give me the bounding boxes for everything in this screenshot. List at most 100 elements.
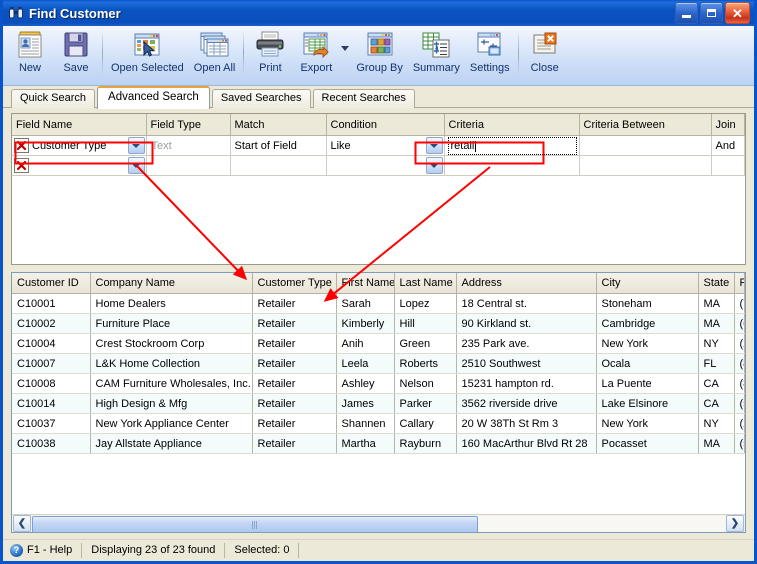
cell-address: 20 W 38Th St Rm 3 bbox=[456, 413, 597, 434]
table-row[interactable]: C10007 L&K Home Collection Retailer Leel… bbox=[12, 353, 745, 374]
status-bar: ? F1 - Help Displaying 23 of 23 found Se… bbox=[3, 539, 754, 561]
qcol-field-type[interactable]: Field Type bbox=[146, 114, 231, 136]
match-value: Start of Field bbox=[234, 139, 297, 152]
toolbar-button-settings[interactable]: Settings bbox=[465, 29, 515, 80]
red-x-icon[interactable] bbox=[14, 158, 29, 173]
criteria-input[interactable]: retail bbox=[447, 137, 577, 155]
summary-icon bbox=[420, 30, 452, 60]
toolbar-button-summary[interactable]: Summary bbox=[408, 29, 465, 80]
table-row[interactable]: C10004 Crest Stockroom Corp Retailer Ani… bbox=[12, 333, 745, 354]
cell-address: 235 Park ave. bbox=[456, 333, 597, 354]
cell-last-name: Parker bbox=[394, 393, 457, 414]
tab-recent-searches[interactable]: Recent Searches bbox=[312, 89, 415, 108]
floppy-disk-icon bbox=[60, 30, 92, 60]
toolbar-button-open-selected[interactable]: Open Selected bbox=[106, 29, 189, 80]
col-state[interactable]: State bbox=[698, 273, 735, 294]
query-criteria-between-cell[interactable] bbox=[579, 135, 712, 156]
query-condition-cell[interactable] bbox=[326, 155, 445, 176]
cell-phone: (548) bbox=[734, 393, 745, 414]
cell-state: MA bbox=[698, 293, 735, 314]
chevron-down-icon[interactable] bbox=[425, 137, 443, 154]
toolbar-button-save[interactable]: Save bbox=[53, 29, 99, 80]
col-company-name[interactable]: Company Name bbox=[90, 273, 253, 294]
field-name-value: Customer Type bbox=[32, 139, 107, 152]
toolbar-label: Save bbox=[63, 62, 89, 74]
chevron-down-icon[interactable] bbox=[127, 157, 145, 174]
toolbar-button-close[interactable]: Close bbox=[522, 29, 568, 80]
table-row[interactable]: C10014 High Design & Mfg Retailer James … bbox=[12, 393, 745, 414]
cell-company-name: L&K Home Collection bbox=[90, 353, 253, 374]
cell-customer-id: C10008 bbox=[12, 373, 91, 394]
chevron-down-icon[interactable] bbox=[127, 137, 145, 154]
query-criteria-cell[interactable]: retail bbox=[444, 135, 580, 156]
results-header-row: Customer ID Company Name Customer Type F… bbox=[12, 273, 745, 294]
toolbar-label: Print bbox=[259, 62, 282, 74]
query-match-cell[interactable] bbox=[230, 155, 327, 176]
find-customer-window: Find Customer ✕ New Save Open Selected O… bbox=[0, 0, 757, 564]
maximize-button[interactable] bbox=[700, 2, 723, 24]
cell-first-name: Kimberly bbox=[336, 313, 395, 334]
toolbar-button-new[interactable]: New bbox=[7, 29, 53, 80]
col-first-name[interactable]: First Name bbox=[336, 273, 395, 294]
query-criteria-between-cell[interactable] bbox=[579, 155, 712, 176]
col-phone[interactable]: Phone bbox=[734, 273, 745, 294]
tab-advanced-search[interactable]: Advanced Search bbox=[97, 86, 210, 109]
col-address[interactable]: Address bbox=[456, 273, 597, 294]
toolbar-button-open-all[interactable]: Open All bbox=[189, 29, 241, 80]
cell-company-name: New York Appliance Center bbox=[90, 413, 253, 434]
open-selected-icon bbox=[131, 30, 163, 60]
scrollbar-thumb[interactable] bbox=[32, 516, 478, 532]
table-row[interactable]: C10001 Home Dealers Retailer Sarah Lopez… bbox=[12, 293, 745, 314]
new-record-icon bbox=[14, 30, 46, 60]
col-last-name[interactable]: Last Name bbox=[394, 273, 457, 294]
minimize-button[interactable] bbox=[675, 2, 698, 24]
qcol-criteria[interactable]: Criteria bbox=[444, 114, 580, 136]
toolbar-button-print[interactable]: Print bbox=[247, 29, 293, 80]
qcol-condition[interactable]: Condition bbox=[326, 114, 445, 136]
cell-city: New York bbox=[596, 333, 699, 354]
qcol-field-name[interactable]: Field Name bbox=[12, 114, 147, 136]
export-dropdown-arrow-icon[interactable] bbox=[339, 29, 351, 79]
col-customer-id[interactable]: Customer ID bbox=[12, 273, 91, 294]
chevron-down-icon[interactable] bbox=[425, 157, 443, 174]
cell-customer-id: C10002 bbox=[12, 313, 91, 334]
toolbar-label: Group By bbox=[356, 62, 403, 74]
cell-state: MA bbox=[698, 313, 735, 334]
table-row[interactable]: C10008 CAM Furniture Wholesales, Inc. Re… bbox=[12, 373, 745, 394]
cell-address: 15231 hampton rd. bbox=[456, 373, 597, 394]
col-city[interactable]: City bbox=[596, 273, 699, 294]
table-row[interactable]: C10038 Jay Allstate Appliance Retailer M… bbox=[12, 433, 745, 454]
qcol-join[interactable]: Join bbox=[711, 114, 745, 136]
query-builder-grid: Field Name Field Type Match Condition Cr… bbox=[11, 113, 746, 265]
query-condition-cell[interactable]: Like bbox=[326, 135, 445, 156]
qcol-criteria-between[interactable]: Criteria Between bbox=[579, 114, 712, 136]
query-join-cell[interactable] bbox=[711, 155, 745, 176]
table-row[interactable]: C10037 New York Appliance Center Retaile… bbox=[12, 413, 745, 434]
red-x-icon[interactable] bbox=[14, 138, 29, 153]
cell-customer-type: Retailer bbox=[252, 333, 337, 354]
cell-city: Stoneham bbox=[596, 293, 699, 314]
table-row[interactable]: C10002 Furniture Place Retailer Kimberly… bbox=[12, 313, 745, 334]
query-field-name-cell[interactable]: Customer Type bbox=[12, 135, 147, 156]
query-criteria-cell[interactable] bbox=[444, 155, 580, 176]
col-customer-type[interactable]: Customer Type bbox=[252, 273, 337, 294]
status-help[interactable]: ? F1 - Help bbox=[8, 543, 83, 558]
query-match-cell[interactable]: Start of Field bbox=[230, 135, 327, 156]
query-field-type-cell bbox=[146, 155, 231, 176]
printer-icon bbox=[254, 30, 286, 60]
toolbar-button-export[interactable]: Export bbox=[293, 29, 339, 80]
close-window-button[interactable]: ✕ bbox=[725, 2, 750, 24]
tab-saved-searches[interactable]: Saved Searches bbox=[211, 89, 311, 108]
query-field-name-cell[interactable] bbox=[12, 155, 147, 176]
status-displaying: Displaying 23 of 23 found bbox=[82, 543, 226, 558]
toolbar-label: Summary bbox=[412, 62, 460, 74]
scroll-left-arrow-icon[interactable]: ❮ bbox=[13, 515, 31, 532]
horizontal-scrollbar[interactable]: ❮ ❯ bbox=[12, 514, 745, 532]
scroll-right-arrow-icon[interactable]: ❯ bbox=[726, 515, 744, 532]
qcol-match[interactable]: Match bbox=[230, 114, 327, 136]
toolbar-button-group-by[interactable]: Group By bbox=[351, 29, 407, 80]
tab-quick-search[interactable]: Quick Search bbox=[11, 89, 96, 108]
toolbar-label: Open Selected bbox=[111, 62, 184, 74]
query-join-cell[interactable]: And bbox=[711, 135, 745, 156]
scrollbar-track[interactable] bbox=[32, 516, 725, 532]
